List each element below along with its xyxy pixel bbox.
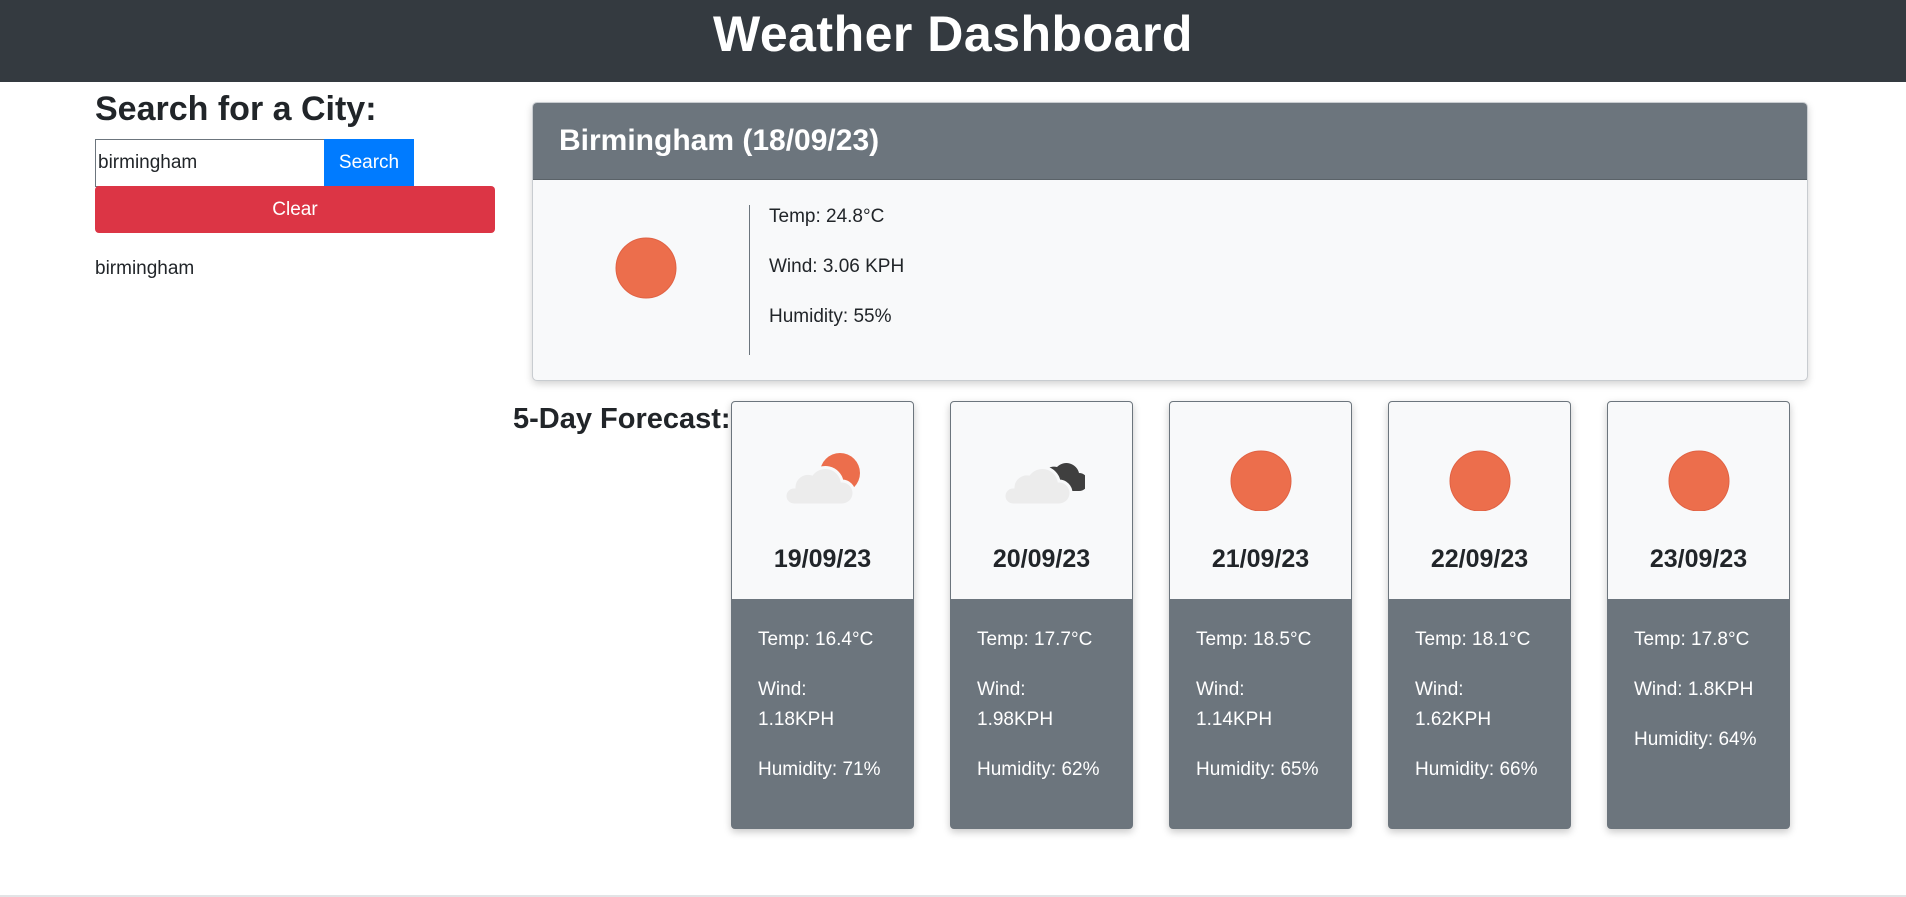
- forecast-date: 22/09/23: [1430, 545, 1529, 573]
- forecast-wind: Wind: 1.18KPH: [758, 679, 835, 730]
- forecast-humidity: Humidity: 66%: [1415, 759, 1538, 780]
- forecast-card-details: Temp: 18.1°C Wind: 1.62KPH Humidity: 66%: [1389, 599, 1570, 785]
- sun-icon: [1230, 450, 1292, 511]
- forecast-date: 20/09/23: [992, 545, 1091, 573]
- current-stats: Temp: 24.8°C Wind: 3.06 KPH Humidity: 55…: [769, 206, 904, 356]
- forecast-card-details: Temp: 16.4°C Wind: 1.18KPH Humidity: 71%: [732, 599, 913, 785]
- forecast-card-details: Temp: 17.8°C Wind: 1.8KPH Humidity: 64%: [1608, 599, 1789, 755]
- current-weather-card: Birmingham (18/09/23) Temp: 24.8°C Wind:…: [532, 102, 1808, 381]
- forecast-card-top: 20/09/23: [951, 402, 1132, 599]
- forecast-temp: Temp: 18.5°C: [1196, 629, 1312, 650]
- current-humidity: Humidity: 55%: [769, 306, 892, 327]
- forecast-card-details: Temp: 18.5°C Wind: 1.14KPH Humidity: 65%: [1170, 599, 1351, 785]
- forecast-date: 19/09/23: [773, 545, 872, 573]
- search-heading: Search for a City:: [95, 90, 377, 128]
- forecast-card-top: 22/09/23: [1389, 402, 1570, 599]
- partly-cloudy-icon: [783, 453, 860, 507]
- page-title: Weather Dashboard: [713, 6, 1193, 62]
- forecast-temp: Temp: 17.8°C: [1634, 629, 1750, 650]
- sun-icon: [615, 237, 677, 299]
- cloudy-icon: [1002, 463, 1085, 507]
- current-weather-title: Birmingham (18/09/23): [533, 103, 1807, 180]
- search-history-item[interactable]: birmingham: [95, 258, 194, 280]
- current-weather-body: Temp: 24.8°C Wind: 3.06 KPH Humidity: 55…: [533, 180, 1807, 380]
- forecast-date: 23/09/23: [1649, 545, 1748, 573]
- current-divider: [749, 205, 750, 355]
- forecast-card-top: 21/09/23: [1170, 402, 1351, 599]
- forecast-card-top: 19/09/23: [732, 402, 913, 599]
- forecast-temp: Temp: 17.7°C: [977, 629, 1093, 650]
- sun-icon: [1668, 450, 1730, 511]
- forecast-humidity: Humidity: 62%: [977, 759, 1100, 780]
- forecast-date: 21/09/23: [1211, 545, 1310, 573]
- forecast-card: 20/09/23 Temp: 17.7°C Wind: 1.98KPH Humi…: [950, 401, 1133, 829]
- forecast-wind: Wind: 1.8KPH: [1634, 679, 1754, 700]
- forecast-card: 22/09/23 Temp: 18.1°C Wind: 1.62KPH Humi…: [1388, 401, 1571, 829]
- forecast-temp: Temp: 16.4°C: [758, 629, 874, 650]
- forecast-wind: Wind: 1.14KPH: [1196, 679, 1273, 730]
- forecast-wind: Wind: 1.62KPH: [1415, 679, 1492, 730]
- city-search-input[interactable]: [95, 139, 324, 187]
- current-temp: Temp: 24.8°C: [769, 206, 885, 227]
- forecast-wind: Wind: 1.98KPH: [977, 679, 1054, 730]
- search-button[interactable]: Search: [324, 139, 414, 187]
- sun-icon: [1449, 450, 1511, 511]
- app-header: Weather Dashboard: [0, 0, 1906, 82]
- search-row: Search: [95, 139, 495, 187]
- forecast-humidity: Humidity: 65%: [1196, 759, 1319, 780]
- forecast-temp: Temp: 18.1°C: [1415, 629, 1531, 650]
- forecast-card-details: Temp: 17.7°C Wind: 1.98KPH Humidity: 62%: [951, 599, 1132, 785]
- forecast-card: 21/09/23 Temp: 18.5°C Wind: 1.14KPH Humi…: [1169, 401, 1352, 829]
- forecast-humidity: Humidity: 64%: [1634, 729, 1757, 750]
- forecast-card: 23/09/23 Temp: 17.8°C Wind: 1.8KPH Humid…: [1607, 401, 1790, 829]
- forecast-heading: 5-Day Forecast:: [513, 403, 731, 435]
- current-wind: Wind: 3.06 KPH: [769, 256, 905, 277]
- forecast-card-top: 23/09/23: [1608, 402, 1789, 599]
- forecast-card: 19/09/23 Temp: 16.4°C Wind: 1.18KPH Humi…: [731, 401, 914, 829]
- forecast-humidity: Humidity: 71%: [758, 759, 881, 780]
- clear-button[interactable]: Clear: [95, 186, 495, 233]
